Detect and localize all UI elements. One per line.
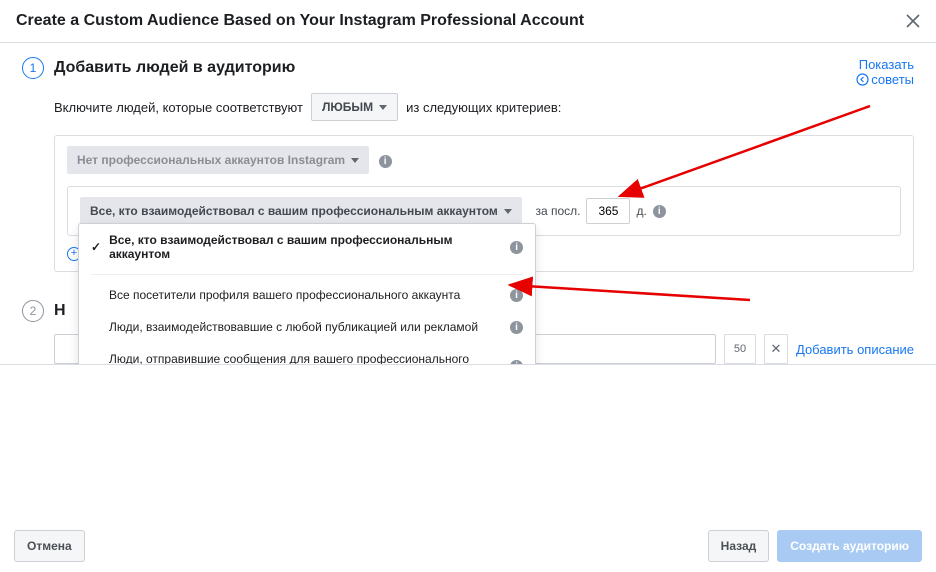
back-button[interactable]: Назад	[708, 530, 770, 562]
add-description-link[interactable]: Добавить описание	[796, 342, 914, 357]
info-icon[interactable]: i	[510, 321, 523, 334]
dialog-body: Показать советы 1 Добавить людей в аудит…	[0, 43, 936, 365]
tips-label-2: советы	[871, 72, 914, 87]
step-2-number: 2	[22, 300, 44, 322]
close-icon[interactable]	[906, 14, 920, 28]
dd-item-label: Все посетители профиля вашего профессион…	[109, 288, 460, 302]
instagram-account-dropdown[interactable]: Нет профессиональных аккаунтов Instagram	[67, 146, 369, 174]
info-icon[interactable]: i	[510, 360, 523, 366]
arrow-left-circle-icon	[856, 73, 869, 86]
days-post: д.	[636, 204, 646, 218]
info-icon[interactable]: i	[653, 205, 666, 218]
account-dd-label: Нет профессиональных аккаунтов Instagram	[77, 153, 345, 167]
dialog-footer: Отмена Назад Создать аудиторию	[0, 520, 936, 572]
step-1-header: 1 Добавить людей в аудиторию	[22, 57, 914, 79]
include-text-post: из следующих критериев:	[406, 100, 561, 115]
engagement-type-dropdown[interactable]: Все, кто взаимодействовал с вашим профес…	[80, 197, 522, 225]
dialog-title: Create a Custom Audience Based on Your I…	[16, 12, 584, 30]
caret-down-icon	[379, 105, 387, 110]
match-type-label: ЛЮБЫМ	[322, 100, 373, 114]
dropdown-separator	[91, 274, 523, 275]
clear-name-button[interactable]: ✕	[764, 334, 788, 364]
criteria-panel: Нет профессиональных аккаунтов Instagram…	[54, 135, 914, 272]
check-icon: ✓	[91, 240, 101, 254]
info-icon[interactable]: i	[510, 241, 523, 254]
show-tips-link[interactable]: Показать советы	[856, 57, 914, 87]
engagement-dropdown-menu: ✓ Все, кто взаимодействовал с вашим проф…	[78, 223, 536, 365]
info-icon[interactable]: i	[510, 289, 523, 302]
caret-down-icon	[504, 209, 512, 214]
days-input[interactable]	[586, 198, 630, 224]
include-criteria-row: Включите людей, которые соответствуют ЛЮ…	[54, 93, 914, 121]
dropdown-item[interactable]: Все посетители профиля вашего профессион…	[79, 279, 535, 311]
engagement-panel: Все, кто взаимодействовал с вашим профес…	[67, 186, 901, 236]
days-range: за посл. д. i	[535, 198, 665, 224]
caret-down-icon	[351, 158, 359, 163]
dialog-header: Create a Custom Audience Based on Your I…	[0, 0, 936, 43]
dropdown-item[interactable]: Люди, отправившие сообщения для вашего п…	[79, 343, 535, 365]
dropdown-item[interactable]: Люди, взаимодействовавшие с любой публик…	[79, 311, 535, 343]
step-1-number: 1	[22, 57, 44, 79]
step-2-title: Н	[54, 302, 66, 320]
dd-item-label: Люди, взаимодействовавшие с любой публик…	[109, 320, 478, 334]
include-text-pre: Включите людей, которые соответствуют	[54, 100, 303, 115]
info-icon[interactable]: i	[379, 155, 392, 168]
engagement-dd-label: Все, кто взаимодействовал с вашим профес…	[90, 204, 498, 218]
char-count: 50	[724, 334, 756, 364]
dropdown-item-selected[interactable]: ✓ Все, кто взаимодействовал с вашим проф…	[79, 224, 535, 270]
dd-item-label: Люди, отправившие сообщения для вашего п…	[109, 352, 510, 365]
days-pre: за посл.	[535, 204, 580, 218]
cancel-button[interactable]: Отмена	[14, 530, 85, 562]
match-type-dropdown[interactable]: ЛЮБЫМ	[311, 93, 398, 121]
dd-item-label: Все, кто взаимодействовал с вашим профес…	[109, 233, 510, 261]
create-audience-button[interactable]: Создать аудиторию	[777, 530, 922, 562]
tips-label-1: Показать	[856, 57, 914, 72]
step-1-title: Добавить людей в аудиторию	[54, 59, 295, 77]
